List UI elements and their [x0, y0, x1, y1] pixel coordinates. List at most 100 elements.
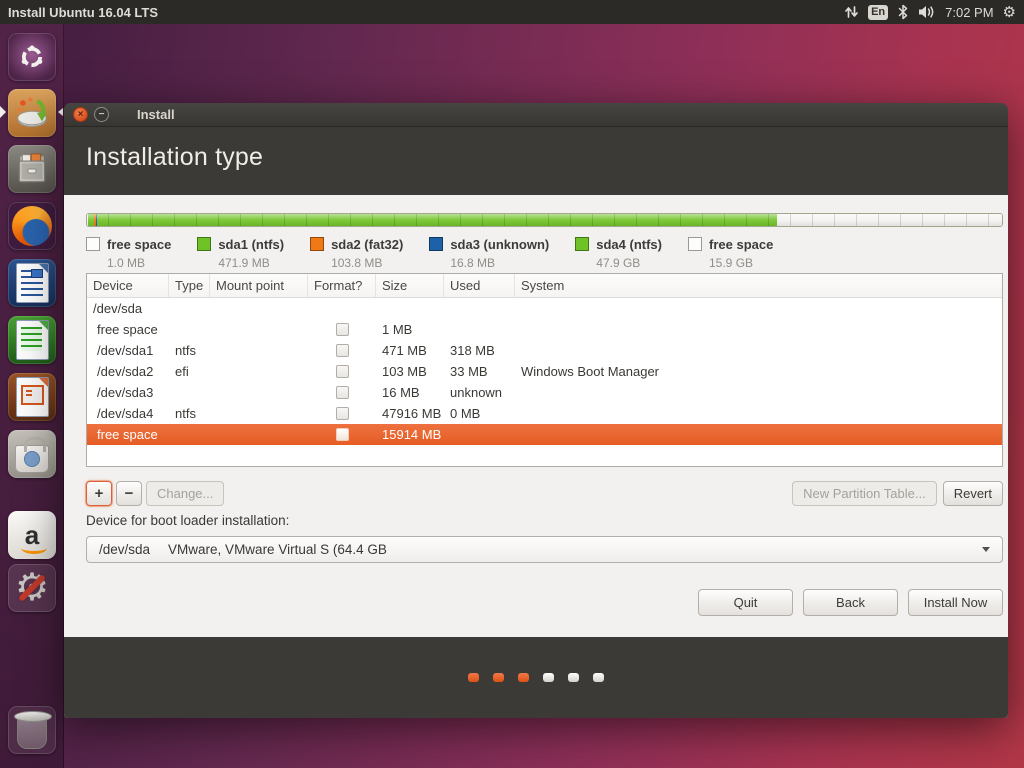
- used-cell: 0 MB: [444, 406, 515, 421]
- text-input-arrows-icon[interactable]: [844, 4, 859, 20]
- sda3-swatch: [429, 237, 443, 251]
- running-app-arrow: [0, 106, 6, 118]
- column-header-size: Size: [376, 274, 444, 297]
- bar-segment-sda4: [97, 214, 777, 226]
- size-cell: 16 MB: [376, 385, 444, 400]
- bluetooth-icon[interactable]: [897, 4, 909, 20]
- libreoffice-impress-launcher-item[interactable]: [8, 373, 56, 421]
- remove-partition-button[interactable]: −: [116, 481, 142, 506]
- format-checkbox[interactable]: [336, 365, 349, 378]
- unity-launcher: a ⚙: [0, 24, 64, 768]
- format-checkbox[interactable]: [336, 344, 349, 357]
- device-cell: /dev/sda3: [87, 385, 169, 400]
- close-button[interactable]: ×: [73, 107, 88, 122]
- system-settings-launcher-item[interactable]: ⚙: [8, 564, 56, 612]
- install-window: × − Install Installation type free space…: [64, 103, 1008, 718]
- active-app-title: Install Ubuntu 16.04 LTS: [0, 5, 158, 20]
- column-header-mount-point: Mount point: [210, 274, 308, 297]
- table-row-sda1[interactable]: /dev/sda1 ntfs 471 MB 318 MB: [87, 340, 1002, 361]
- libreoffice-writer-launcher-item[interactable]: [8, 259, 56, 307]
- device-cell: /dev/sda: [87, 301, 1002, 316]
- device-cell: /dev/sda4: [87, 406, 169, 421]
- format-checkbox[interactable]: [336, 428, 349, 441]
- free-space-swatch: [688, 237, 702, 251]
- sda2-swatch: [310, 237, 324, 251]
- legend-item: sda2 (fat32) 103.8 MB: [310, 236, 403, 272]
- impress-presentation-icon: [16, 377, 49, 417]
- install-ubuntu-launcher-item[interactable]: [8, 89, 56, 137]
- session-gear-icon[interactable]: ⚙: [1003, 5, 1016, 20]
- disk-usage-bar: [86, 213, 1003, 227]
- change-partition-button[interactable]: Change...: [146, 481, 224, 506]
- size-cell: 1 MB: [376, 322, 444, 337]
- files-launcher-item[interactable]: [8, 145, 56, 193]
- keyboard-layout-indicator[interactable]: En: [868, 5, 888, 20]
- column-header-format: Format?: [308, 274, 376, 297]
- legend-label: free space: [709, 237, 773, 252]
- focused-app-arrow: [58, 108, 63, 116]
- add-partition-button[interactable]: +: [86, 481, 112, 506]
- install-now-button[interactable]: Install Now: [908, 589, 1003, 616]
- bootloader-label: Device for boot loader installation:: [86, 513, 289, 528]
- close-icon: ×: [78, 109, 84, 120]
- amazon-icon: a: [25, 522, 39, 548]
- bootloader-device-description: VMware, VMware Virtual S (64.4 GB: [168, 542, 387, 557]
- sda4-swatch: [575, 237, 589, 251]
- table-row-sda2[interactable]: /dev/sda2 efi 103 MB 33 MB Windows Boot …: [87, 361, 1002, 382]
- bootloader-device-select[interactable]: /dev/sda VMware, VMware Virtual S (64.4 …: [86, 536, 1003, 563]
- revert-button[interactable]: Revert: [943, 481, 1003, 506]
- legend-item: sda4 (ntfs) 47.9 GB: [575, 236, 662, 272]
- progress-footer: [64, 637, 1008, 718]
- bootloader-device-value: /dev/sda: [99, 542, 150, 557]
- page-title: Installation type: [64, 127, 1008, 172]
- format-checkbox[interactable]: [336, 386, 349, 399]
- ubuntu-logo-icon: [17, 42, 47, 72]
- table-row-sda4[interactable]: /dev/sda4 ntfs 47916 MB 0 MB: [87, 403, 1002, 424]
- legend-size: 16.8 MB: [450, 256, 495, 270]
- table-row-free-space[interactable]: free space 1 MB: [87, 319, 1002, 340]
- legend-size: 47.9 GB: [596, 256, 640, 270]
- size-cell: 47916 MB: [376, 406, 444, 421]
- format-checkbox[interactable]: [336, 407, 349, 420]
- partition-table: Device Type Mount point Format? Size Use…: [86, 273, 1003, 467]
- volume-icon[interactable]: [918, 4, 936, 20]
- legend-label: sda2 (fat32): [331, 237, 403, 252]
- legend-size: 1.0 MB: [107, 256, 145, 270]
- column-header-device: Device: [87, 274, 169, 297]
- progress-dot: [543, 673, 554, 682]
- legend-size: 103.8 MB: [331, 256, 382, 270]
- legend-item: free space 15.9 GB: [688, 236, 773, 272]
- size-cell: 103 MB: [376, 364, 444, 379]
- dash-home-button[interactable]: [8, 33, 56, 81]
- minimize-button[interactable]: −: [94, 107, 109, 122]
- amazon-launcher-item[interactable]: a: [8, 511, 56, 559]
- window-titlebar[interactable]: × − Install: [64, 103, 1008, 127]
- calc-spreadsheet-icon: [16, 320, 49, 360]
- table-row-free-space-selected[interactable]: free space 15914 MB: [87, 424, 1002, 445]
- table-row-disk-group[interactable]: /dev/sda: [87, 298, 1002, 319]
- sda1-swatch: [197, 237, 211, 251]
- table-row-sda3[interactable]: /dev/sda3 16 MB unknown: [87, 382, 1002, 403]
- back-button[interactable]: Back: [803, 589, 898, 616]
- column-header-used: Used: [444, 274, 515, 297]
- trash-launcher-item[interactable]: [8, 706, 56, 754]
- step-header: Installation type: [64, 127, 1008, 195]
- ubuntu-software-launcher-item[interactable]: [8, 430, 56, 478]
- format-checkbox[interactable]: [336, 323, 349, 336]
- quit-button[interactable]: Quit: [698, 589, 793, 616]
- clock[interactable]: 7:02 PM: [945, 5, 993, 20]
- libreoffice-calc-launcher-item[interactable]: [8, 316, 56, 364]
- table-header: Device Type Mount point Format? Size Use…: [87, 274, 1002, 298]
- legend-item: free space 1.0 MB: [86, 236, 171, 272]
- legend-label: sda1 (ntfs): [218, 237, 284, 252]
- progress-dot: [518, 673, 529, 682]
- used-cell: 318 MB: [444, 343, 515, 358]
- file-cabinet-icon: [13, 150, 51, 188]
- writer-document-icon: [16, 263, 49, 303]
- legend-item: sda1 (ntfs) 471.9 MB: [197, 236, 284, 272]
- new-partition-table-button[interactable]: New Partition Table...: [792, 481, 937, 506]
- dialog-actions: Quit Back Install Now: [698, 589, 1003, 616]
- partition-legend: free space 1.0 MB sda1 (ntfs) 471.9 MB s…: [86, 236, 773, 272]
- legend-size: 15.9 GB: [709, 256, 753, 270]
- firefox-launcher-item[interactable]: [8, 202, 56, 250]
